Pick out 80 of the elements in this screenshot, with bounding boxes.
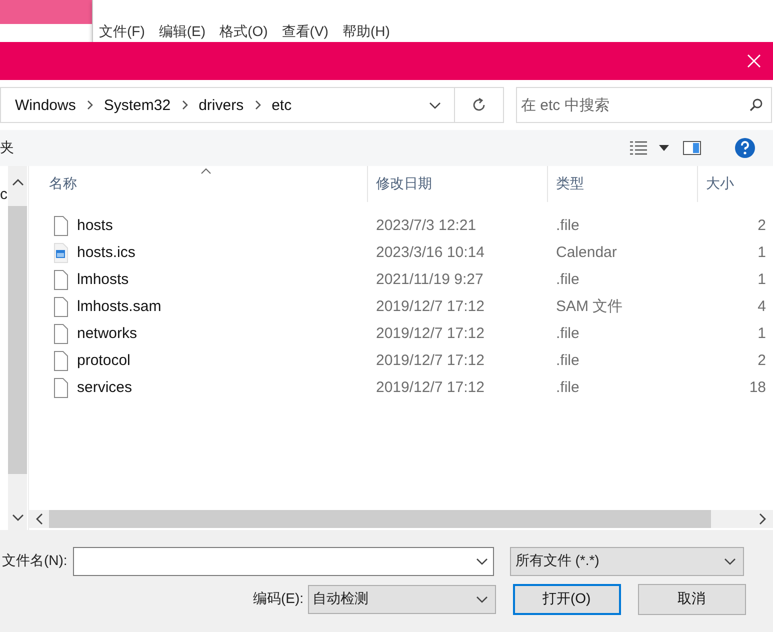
file-name[interactable]: networks	[77, 325, 138, 342]
table-cell-text: 1	[756, 325, 767, 342]
scroll-right-icon	[759, 513, 767, 525]
column-header[interactable]: 名称	[29, 166, 368, 202]
toolbar-label[interactable]: 夹	[0, 139, 14, 157]
breadcrumb-item[interactable]: System32	[104, 96, 171, 114]
column-header-label: 类型	[556, 175, 584, 193]
scrollbar[interactable]	[8, 166, 27, 530]
column-header-label: 名称	[49, 175, 77, 193]
open-button[interactable]: 打开(O)	[512, 584, 621, 614]
file-name[interactable]: hosts	[77, 217, 113, 234]
column-header[interactable]: 大小	[698, 166, 768, 202]
close-icon[interactable]	[747, 54, 761, 68]
preview-pane-icon[interactable]	[683, 141, 701, 155]
menu-item[interactable]: 编辑(E)	[158, 21, 206, 41]
table-cell-text: .file	[555, 217, 580, 234]
file-icon	[53, 270, 69, 290]
table-cell-text: .file	[555, 271, 580, 288]
table-cell-text: 2023/7/3 12:21	[375, 217, 478, 234]
table-cell-text: 2019/12/7 17:12	[375, 325, 486, 342]
column-header[interactable]: 类型	[548, 166, 698, 202]
file-name[interactable]: lmhosts.sam	[77, 298, 162, 315]
table-cell-text: 2019/12/7 17:12	[375, 379, 486, 396]
file-icon	[53, 296, 69, 316]
file-icon	[53, 350, 69, 370]
scroll-left-icon	[35, 513, 43, 525]
file-icon	[53, 378, 69, 398]
help-icon[interactable]	[735, 138, 755, 158]
table-cell-text: .file	[555, 352, 580, 369]
caret-icon[interactable]	[659, 145, 669, 151]
table-cell-text: .file	[555, 379, 580, 396]
table-cell-text: 1	[756, 244, 767, 261]
scroll-down-icon	[12, 514, 24, 522]
file-name[interactable]: lmhosts	[77, 271, 129, 288]
file-name[interactable]: hosts.ics	[77, 244, 136, 261]
encoding-dropdown[interactable]: 自动检测	[308, 584, 496, 614]
field-label: 编码(E):	[252, 590, 304, 608]
refresh-icon	[471, 97, 487, 113]
view-options-icon[interactable]	[629, 140, 649, 156]
column-header-label: 修改日期	[376, 175, 432, 193]
table-cell-text: SAM 文件	[555, 297, 624, 316]
menu-item[interactable]: 查看(V)	[282, 21, 328, 41]
file-icon	[53, 216, 69, 236]
file-icon	[53, 324, 69, 344]
breadcrumb-item[interactable]: Windows	[15, 96, 76, 114]
search-icon	[749, 98, 763, 112]
table-cell-text: 2	[756, 217, 767, 234]
nav-item[interactable]: c	[0, 186, 8, 203]
table-cell-text: 2019/12/7 17:12	[375, 352, 486, 369]
chevron-icon	[180, 100, 189, 110]
cancel-button[interactable]: 取消	[638, 584, 746, 614]
table-cell-text: 2019/12/7 17:12	[375, 298, 486, 315]
column-header[interactable]: 修改日期	[368, 166, 548, 202]
menu-item[interactable]: 文件(F)	[99, 21, 145, 41]
scrollbar-thumb[interactable]	[8, 206, 27, 474]
field-label: 文件名(N):	[1, 552, 68, 570]
calendar-file-icon	[53, 242, 69, 262]
chevron-icon	[254, 100, 262, 110]
table-cell-text: 2021/11/19 9:27	[375, 271, 484, 288]
table-cell-text: 4	[756, 298, 767, 315]
breadcrumb-item[interactable]: drivers	[198, 96, 244, 114]
table-cell-text: Calendar	[555, 244, 618, 261]
file-name[interactable]: protocol	[77, 352, 130, 369]
scroll-up-icon	[12, 178, 24, 186]
table-cell-text: 1	[756, 271, 767, 288]
breadcrumb-item[interactable]: etc	[272, 96, 292, 114]
table-cell-text: 18	[748, 379, 767, 396]
table-cell-text: 2023/3/16 10:14	[375, 244, 486, 261]
menu-item[interactable]: 格式(O)	[220, 21, 268, 41]
menu-item[interactable]: 帮助(H)	[342, 21, 390, 41]
column-header-label: 大小	[706, 175, 734, 193]
search-field[interactable]: 在 etc 中搜索	[516, 87, 772, 123]
table-cell-text: .file	[555, 325, 580, 342]
file-name-field[interactable]	[73, 546, 494, 576]
file-type-dropdown[interactable]: 所有文件 (*.*)	[510, 546, 744, 576]
table-cell-text: 2	[756, 352, 767, 369]
chevron-icon	[86, 100, 94, 110]
refresh-button[interactable]	[454, 87, 504, 123]
address-bar[interactable]: Windows System32 drivers etc	[0, 87, 454, 123]
file-name[interactable]: services	[77, 379, 132, 396]
